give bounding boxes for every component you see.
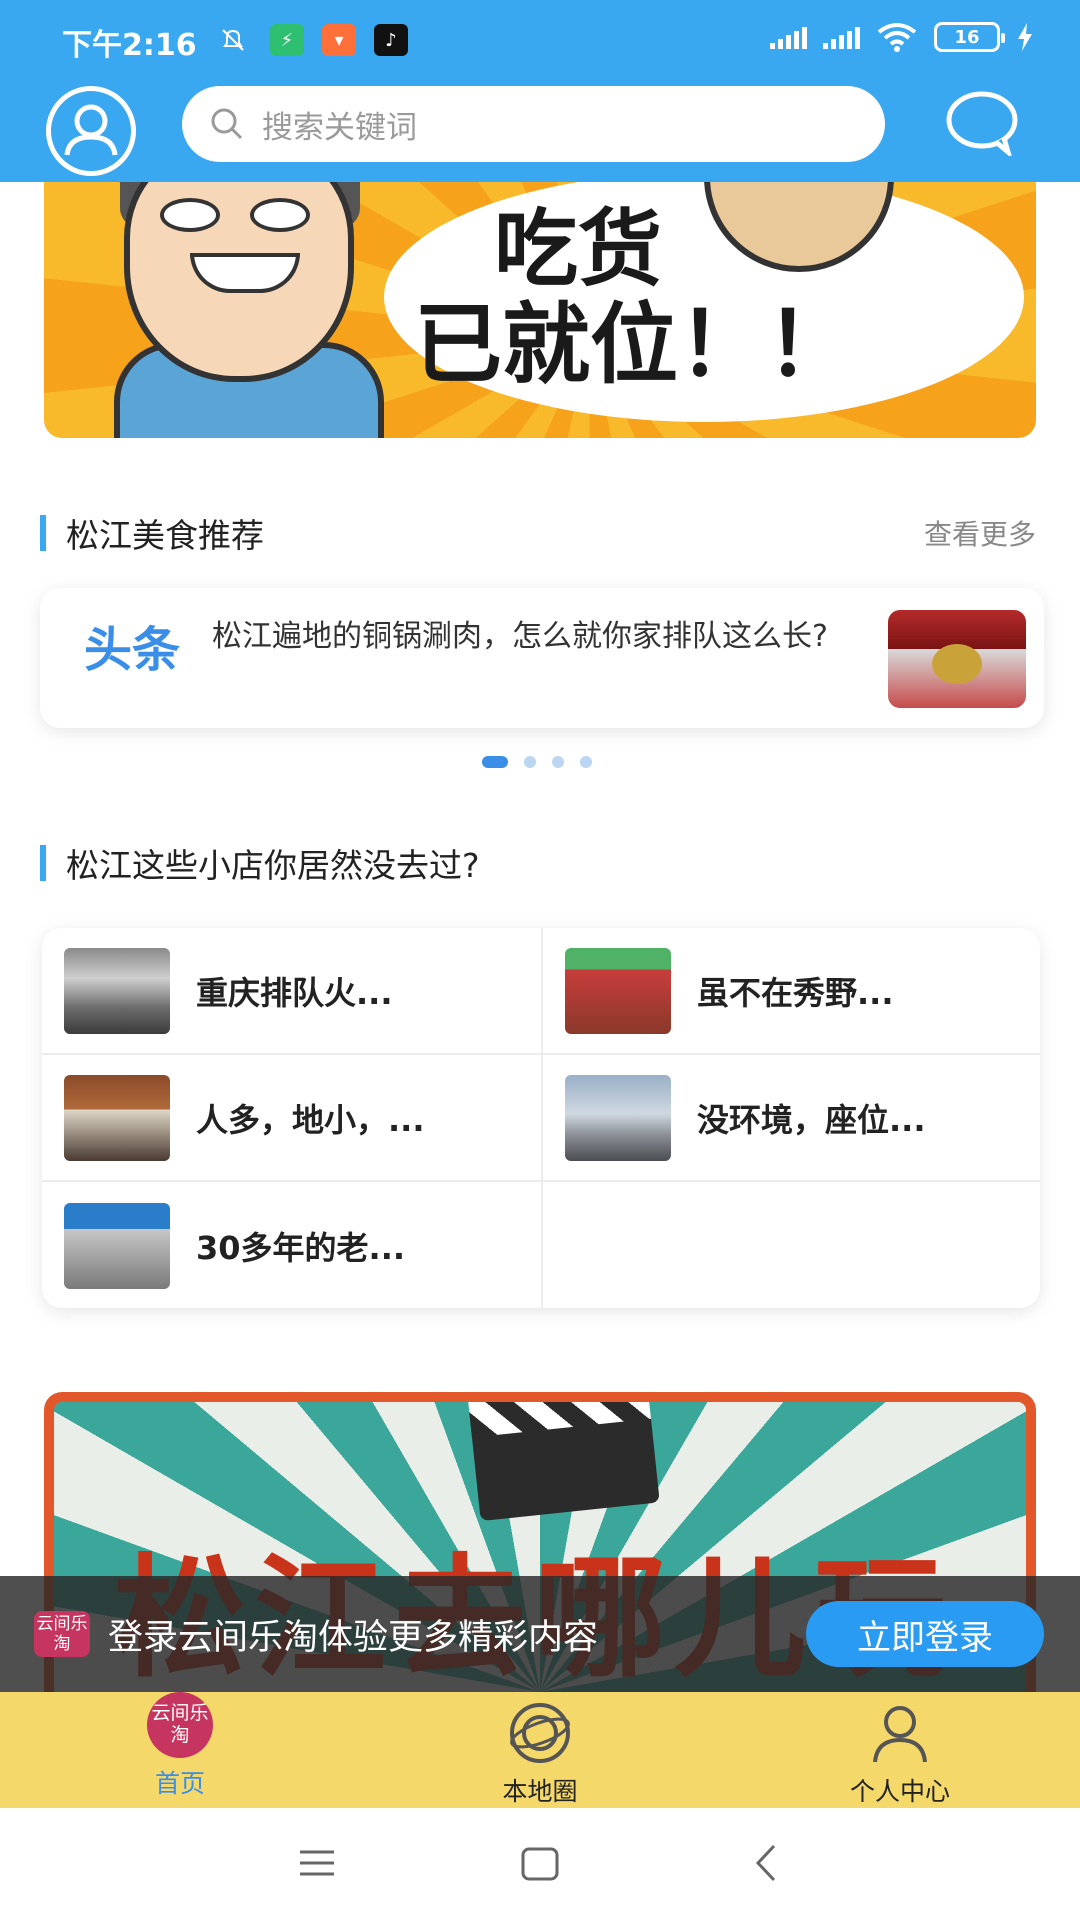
cartoon-mouth: [190, 253, 300, 293]
carousel-dot-3[interactable]: [552, 756, 564, 768]
shop-thumbnail: [565, 947, 671, 1034]
app-notify-green-icon: ⚡: [270, 24, 304, 56]
bottom-tab-bar: 云间乐淘 首页 本地圈 个人中心: [0, 1692, 1080, 1808]
home-logo-icon: 云间乐淘: [147, 1692, 213, 1758]
shop-name: 虽不在秀野...: [697, 973, 894, 1012]
signal-1-icon: [770, 25, 807, 49]
battery-level: 16: [954, 26, 980, 48]
shop-item[interactable]: 重庆排队火...: [42, 928, 541, 1055]
carousel-dot-2[interactable]: [524, 756, 536, 768]
planet-icon: [507, 1700, 573, 1766]
tiktok-icon: ♪: [374, 24, 408, 56]
status-bar: 下午2:16 ⚡ ▾ ♪ 16: [0, 0, 1080, 80]
user-icon: [64, 104, 118, 156]
headline-text: 松江遍地的铜锅涮肉，怎么就你家排队这么长?: [212, 619, 828, 654]
shop-thumbnail: [64, 947, 170, 1034]
banner-text-line2: 已就位！！: [414, 293, 855, 396]
section-accent-bar: [40, 845, 46, 881]
shop-item[interactable]: 30多年的老...: [42, 1182, 541, 1308]
shop-name: 没环境，座位...: [697, 1100, 926, 1139]
tab-local-circle[interactable]: 本地圈: [440, 1692, 640, 1808]
top-bar: 下午2:16 ⚡ ▾ ♪ 16 搜索关键词: [0, 0, 1080, 182]
shops-section-title: 松江这些小店你居然没去过?: [66, 846, 480, 885]
shop-item[interactable]: 没环境，座位...: [541, 1055, 1040, 1182]
app-logo-icon: 云间乐淘: [34, 1611, 90, 1657]
app-notify-orange-icon: ▾: [322, 24, 356, 56]
mute-icon: [216, 24, 250, 56]
hotpot-thumbnail: [888, 610, 1026, 708]
menu-icon[interactable]: [298, 1846, 336, 1880]
shop-grid: 重庆排队火... 虽不在秀野... 人多，地小，... 没环境，座位... 30…: [42, 928, 1040, 1308]
shop-name: 人多，地小，...: [196, 1100, 425, 1139]
search-input[interactable]: 搜索关键词: [182, 86, 885, 162]
message-button[interactable]: [944, 90, 1020, 160]
search-icon: [211, 108, 243, 140]
tab-home-label: 首页: [154, 1769, 205, 1798]
tab-profile[interactable]: 个人中心: [800, 1692, 1000, 1808]
view-more-link[interactable]: 查看更多: [924, 513, 1036, 553]
shop-thumbnail: [64, 1202, 170, 1289]
status-right: 16: [770, 22, 1034, 52]
tab-profile-label: 个人中心: [849, 1777, 950, 1806]
login-prompt-message: 登录云间乐淘体验更多精彩内容: [108, 1617, 599, 1658]
tab-home[interactable]: 云间乐淘 首页: [80, 1692, 280, 1808]
food-section-header: 松江美食推荐 查看更多: [40, 508, 1040, 558]
person-icon: [867, 1700, 933, 1766]
tab-local-circle-label: 本地圈: [502, 1777, 578, 1806]
shop-item[interactable]: 人多，地小，...: [42, 1055, 541, 1182]
section-accent-bar: [40, 515, 46, 551]
search-placeholder: 搜索关键词: [262, 109, 417, 146]
status-time: 下午2:16: [62, 28, 197, 63]
shop-empty-cell: [541, 1182, 1040, 1308]
cartoon-eye-right: [250, 198, 310, 232]
login-button[interactable]: 立即登录: [806, 1601, 1044, 1667]
clapperboard-image: [468, 1402, 660, 1522]
charging-icon: [1018, 23, 1032, 51]
shop-name: 重庆排队火...: [196, 973, 393, 1012]
headline-card[interactable]: 头条 松江遍地的铜锅涮肉，怎么就你家排队这么长?: [40, 588, 1044, 728]
login-prompt-bar: 云间乐淘 登录云间乐淘体验更多精彩内容 立即登录: [0, 1576, 1080, 1692]
shop-name: 30多年的老...: [196, 1228, 406, 1267]
cartoon-eye-left: [160, 198, 220, 232]
carousel-dot-4[interactable]: [580, 756, 592, 768]
carousel-indicator: [482, 756, 592, 768]
back-icon[interactable]: [752, 1842, 780, 1884]
shops-section-header: 松江这些小店你居然没去过?: [40, 838, 1040, 888]
shop-thumbnail: [565, 1074, 671, 1161]
system-nav-bar: [0, 1808, 1080, 1920]
carousel-dot-1[interactable]: [482, 756, 508, 768]
page: 下午2:16 ⚡ ▾ ♪ 16 搜索关键词 吃货 已就位！！ 松江美食推荐 查看…: [0, 0, 1080, 1920]
chat-bubble-icon: [946, 91, 1018, 160]
home-square-icon[interactable]: [520, 1844, 560, 1884]
shop-item[interactable]: 虽不在秀野...: [541, 928, 1040, 1055]
food-section-title: 松江美食推荐: [66, 516, 264, 555]
signal-2-icon: [823, 25, 860, 49]
battery-icon: 16: [934, 22, 1005, 52]
shop-thumbnail: [64, 1074, 170, 1161]
food-banner[interactable]: 吃货 已就位！！: [44, 182, 1036, 438]
wifi-icon: [877, 23, 917, 52]
profile-avatar-button[interactable]: [46, 86, 136, 176]
